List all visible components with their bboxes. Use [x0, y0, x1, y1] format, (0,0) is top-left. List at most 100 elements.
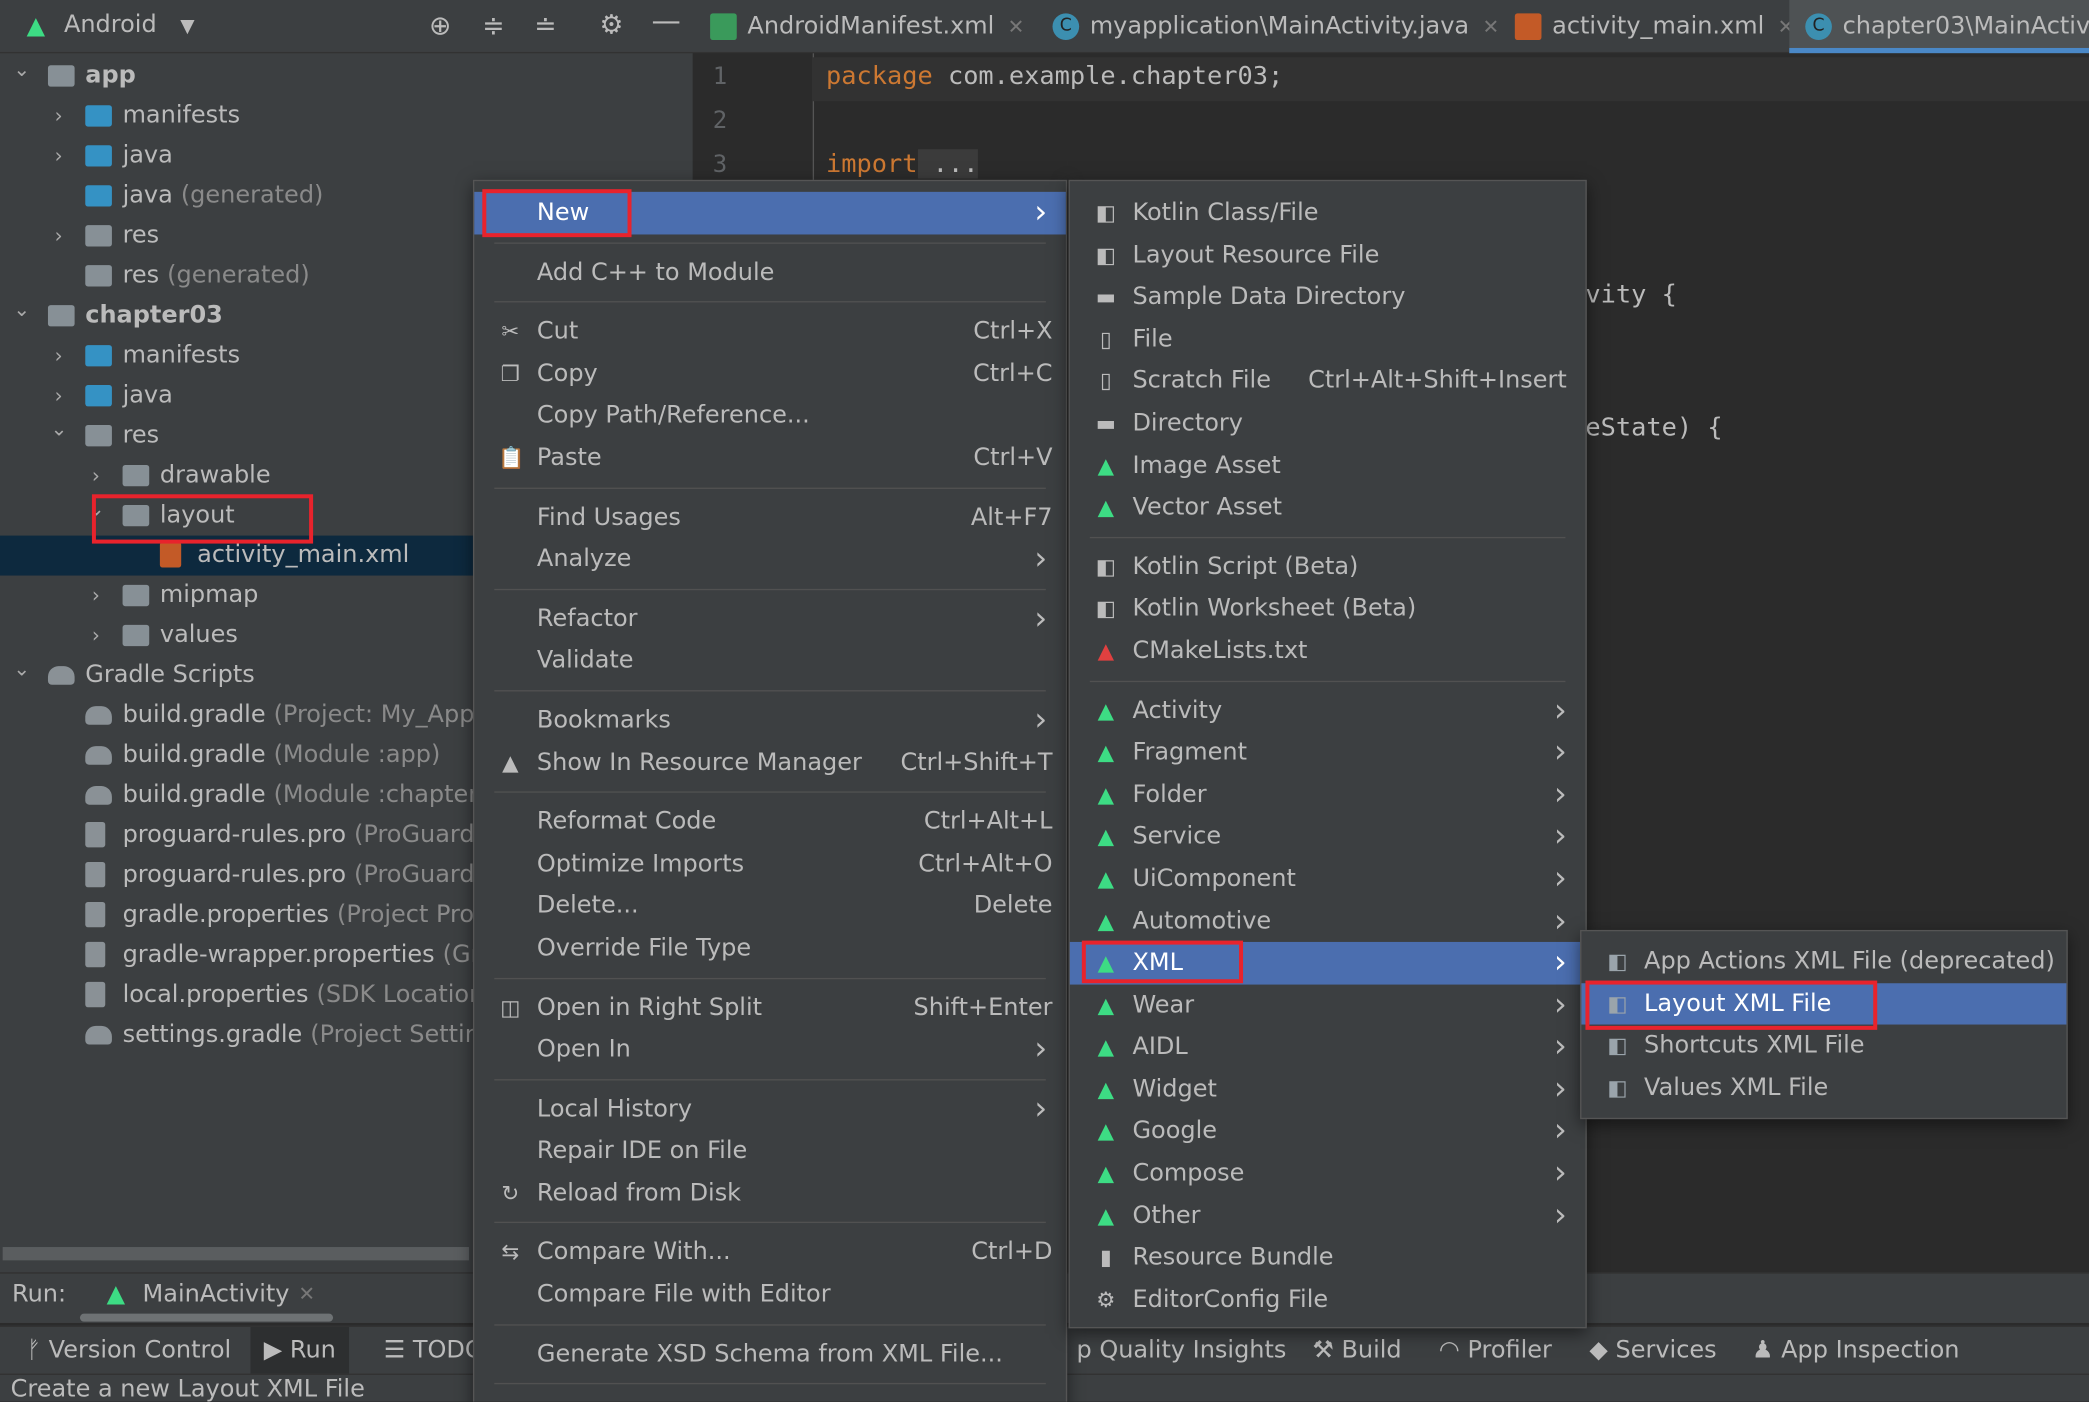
line-number: 2 [712, 106, 728, 135]
menu-item[interactable]: Compare File with Editor [474, 1274, 1066, 1316]
chevron-right-icon[interactable]: › [51, 96, 67, 136]
horizontal-scrollbar[interactable] [2, 1247, 469, 1261]
tool-window-button[interactable]: ▶ Run [250, 1326, 350, 1375]
menu-item[interactable]: ▲ Fragment › [1070, 732, 1586, 774]
menu-item[interactable]: ↻ Reload from Disk [474, 1172, 1066, 1214]
menu-item[interactable]: ▲ Wear › [1070, 984, 1586, 1026]
chevron-right-icon[interactable]: › [88, 576, 104, 616]
menu-item[interactable]: ▲ Activity › [1070, 690, 1586, 732]
menu-item[interactable]: ▲ AIDL › [1070, 1026, 1586, 1068]
menu-item[interactable]: New › [474, 191, 1066, 234]
tree-item[interactable]: ⌄ app [0, 56, 693, 96]
chevron-down-icon[interactable]: ⌄ [88, 489, 105, 529]
close-icon[interactable]: ✕ [1482, 15, 1499, 39]
tool-window-button[interactable]: ⚒ Build [1312, 1327, 1401, 1375]
menu-item[interactable]: ▲ Compose › [1070, 1153, 1586, 1195]
item-suffix: (Project Prop [336, 900, 490, 929]
menu-separator [474, 1071, 1066, 1088]
chevron-right-icon[interactable]: › [51, 136, 67, 176]
chevron-right-icon: › [1553, 1027, 1567, 1065]
menu-item[interactable]: ▲ Folder › [1070, 774, 1586, 816]
menu-item[interactable]: ◫ Open in Right Split Shift+Enter [474, 987, 1066, 1029]
collapse-all-icon[interactable]: ≐ [534, 9, 556, 41]
menu-item[interactable]: ▲ XML › [1069, 942, 1586, 985]
menu-item[interactable]: ▲ Automotive › [1070, 900, 1586, 942]
menu-item[interactable]: ▲ Other › [1070, 1195, 1586, 1237]
editor-tab[interactable]: activity_main.xml ✕ [1514, 0, 1794, 53]
menu-item[interactable]: ❐ Copy Ctrl+C [474, 353, 1066, 395]
chevron-down-icon[interactable]: ⌄ [13, 49, 30, 89]
menu-item[interactable]: ▲ CMakeLists.txt [1070, 630, 1586, 672]
menu-item[interactable]: ▯ File [1070, 318, 1586, 360]
tree-item[interactable]: › manifests [0, 96, 693, 136]
menu-item[interactable]: ▬ Directory [1070, 402, 1586, 444]
menu-item[interactable]: Optimize Imports Ctrl+Alt+O [474, 843, 1066, 885]
menu-item[interactable]: ◧ Values XML File [1581, 1067, 2066, 1109]
menu-item[interactable]: Analyze › [474, 538, 1066, 580]
menu-item-label: Paste [536, 443, 602, 472]
minimize-icon[interactable]: — [651, 5, 680, 38]
menu-item[interactable]: ◧ Kotlin Script (Beta) [1070, 546, 1586, 588]
editor-tab[interactable]: AndroidManifest.xml ✕ [710, 0, 1024, 53]
menu-item[interactable]: ◧ Layout XML File [1581, 982, 2067, 1025]
menu-item[interactable]: Delete... Delete [474, 885, 1066, 927]
menu-item[interactable]: Add C++ to Module [474, 251, 1066, 293]
menu-item[interactable]: Open In › [474, 1029, 1066, 1071]
tree-item[interactable]: › java [0, 136, 693, 176]
menu-item[interactable]: ▲ Widget › [1070, 1068, 1586, 1110]
menu-item[interactable]: ⇆ Compare With... Ctrl+D [474, 1232, 1066, 1274]
menu-item[interactable]: ⚙ EditorConfig File [1070, 1279, 1586, 1321]
menu-item[interactable]: ◧ Layout Resource File [1070, 234, 1586, 276]
tool-label: TODC [412, 1336, 482, 1365]
gear-icon[interactable]: ⚙ [600, 8, 624, 40]
tool-window-button[interactable]: ☰ TODC [384, 1327, 482, 1375]
menu-item[interactable]: ▲ UiComponent › [1070, 858, 1586, 900]
menu-item[interactable]: ▬ Sample Data Directory [1070, 276, 1586, 318]
chevron-right-icon[interactable]: › [51, 216, 67, 256]
close-icon[interactable]: ✕ [1008, 15, 1025, 39]
menu-item[interactable]: ▲ Vector Asset [1070, 486, 1586, 528]
tool-window-button[interactable]: ◆ Services [1589, 1327, 1716, 1375]
menu-item[interactable]: Local History › [474, 1088, 1066, 1130]
expand-all-icon[interactable]: ≑ [482, 9, 504, 41]
menu-item[interactable]: 📋 Paste Ctrl+V [474, 437, 1066, 479]
run-config-tab[interactable]: MainActivity [143, 1280, 290, 1308]
menu-item[interactable]: Generate XSD Schema from XML File... [474, 1333, 1066, 1375]
chevron-right-icon[interactable]: › [88, 616, 104, 656]
menu-item[interactable]: Validate [474, 640, 1066, 682]
view-selector[interactable]: Android ▼ [64, 11, 195, 39]
menu-item[interactable]: ◧ Shortcuts XML File [1581, 1025, 2066, 1067]
menu-item[interactable]: Repair IDE on File [474, 1130, 1066, 1172]
scrollbar[interactable] [79, 1313, 334, 1322]
menu-item[interactable]: Override File Type [474, 927, 1066, 969]
menu-item[interactable]: Copy Path/Reference... [474, 395, 1066, 437]
tool-window-button[interactable]: ♟ App Inspection [1752, 1327, 1959, 1375]
menu-item[interactable]: ▲ Google › [1070, 1110, 1586, 1152]
locate-icon[interactable]: ⊕ [429, 9, 451, 41]
close-icon[interactable]: ✕ [298, 1282, 315, 1306]
editor-tab[interactable]: Cchapter03\MainActivi [1789, 0, 2089, 54]
menu-item[interactable]: ▲ Service › [1070, 816, 1586, 858]
chevron-down-icon[interactable]: ⌄ [51, 409, 68, 449]
menu-item[interactable]: Find Usages Alt+F7 [474, 496, 1066, 538]
menu-item[interactable]: ◧ Kotlin Worksheet (Beta) [1070, 588, 1586, 630]
menu-item[interactable]: ◧ Kotlin Class/File [1070, 192, 1586, 234]
menu-item[interactable]: ▮ Resource Bundle [1070, 1237, 1586, 1279]
tool-window-button[interactable]: ᚠ Version Control [27, 1327, 232, 1375]
menu-item[interactable]: Reformat Code Ctrl+Alt+L [474, 801, 1066, 843]
chevron-down-icon[interactable]: ⌄ [13, 649, 30, 689]
menu-item[interactable]: ✂ Cut Ctrl+X [474, 311, 1066, 353]
menu-item[interactable]: Refactor › [474, 598, 1066, 640]
menu-item[interactable]: ◧ App Actions XML File (deprecated) [1581, 941, 2066, 983]
tool-window-button[interactable]: ◠ Profiler [1439, 1327, 1552, 1375]
menu-item[interactable]: ▲ Show In Resource Manager Ctrl+Shift+T [474, 741, 1066, 783]
chevron-right-icon[interactable]: › [51, 336, 67, 376]
editor-tab[interactable]: Cmyapplication\MainActivity.java ✕ [1052, 0, 1499, 53]
menu-item-label: Reload from Disk [536, 1178, 742, 1207]
tool-window-button[interactable]: p Quality Insights [1076, 1327, 1286, 1375]
menu-item[interactable]: Bookmarks › [474, 699, 1066, 741]
android-icon: ▲ [1097, 1034, 1115, 1060]
menu-item[interactable]: ▲ Image Asset [1070, 444, 1586, 486]
chevron-down-icon[interactable]: ⌄ [13, 289, 30, 329]
menu-item[interactable]: ▯ Scratch File Ctrl+Alt+Shift+Insert [1070, 360, 1586, 402]
